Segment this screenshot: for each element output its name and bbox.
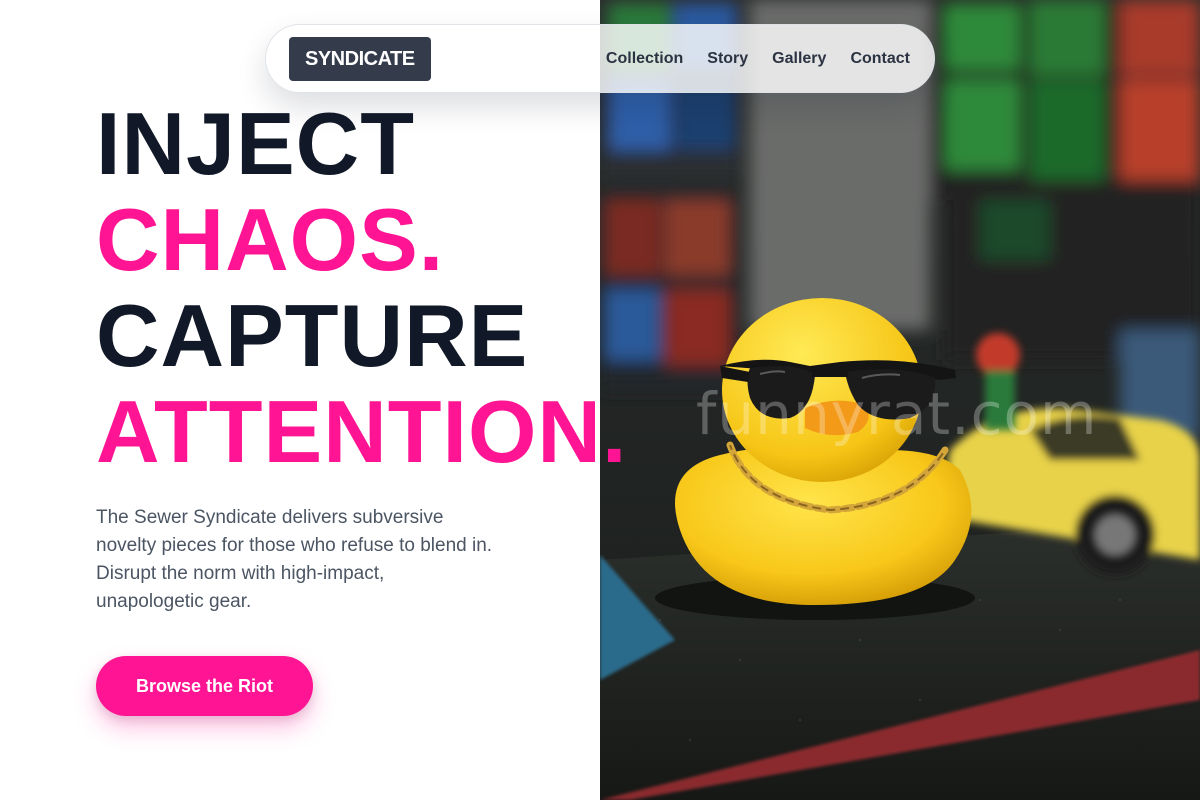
headline-line-capture: CAPTURE [96,286,529,385]
hero-description: The Sewer Syndicate delivers subversive … [96,507,493,612]
top-navigation: SYNDICATE Collection Story Gallery Conta… [265,24,935,93]
browse-the-riot-button[interactable]: Browse the Riot [96,656,313,716]
brand-logo[interactable]: SYNDICATE [289,36,431,81]
nav-link-collection[interactable]: Collection [606,50,683,68]
headline-line-chaos: CHAOS. [96,190,445,289]
hero-image: funnyrat.com [600,0,1200,800]
nav-link-story[interactable]: Story [707,50,748,68]
watermark-text: funnyrat.com [696,380,1098,448]
headline-line-attention: ATTENTION. [96,382,628,481]
nav-link-gallery[interactable]: Gallery [772,50,826,68]
headline-line-inject: INJECT [96,94,415,193]
nav-links: Collection Story Gallery Contact [606,50,910,68]
hero-headline: INJECT CHAOS. CAPTURE ATTENTION. [96,96,627,480]
landing-page: funnyrat.com SYNDICATE Collection Story … [0,0,1200,800]
nav-link-contact[interactable]: Contact [850,50,910,68]
